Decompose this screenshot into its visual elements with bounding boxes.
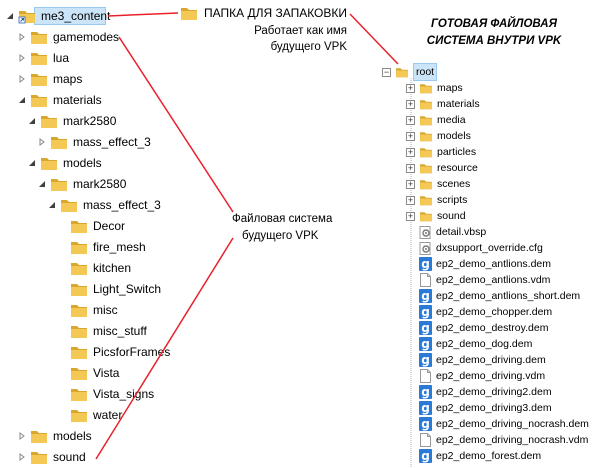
folder-icon bbox=[396, 68, 408, 78]
expand-box-icon[interactable]: + bbox=[406, 211, 415, 221]
g-icon: g bbox=[419, 449, 432, 463]
vpk-folder-sound[interactable]: + sound bbox=[406, 208, 466, 224]
vpk-root[interactable]: − root bbox=[382, 63, 438, 81]
g-icon: g bbox=[419, 257, 432, 271]
expand-box-icon[interactable]: + bbox=[406, 163, 415, 173]
vpk-folder-label: media bbox=[437, 114, 466, 126]
folder-icon bbox=[420, 212, 432, 222]
vpk-file-label: ep2_demo_driving.dem bbox=[436, 354, 546, 366]
vpk-file-label: ep2_demo_antlions_short.dem bbox=[436, 290, 581, 302]
vpk-folder-label: scenes bbox=[437, 178, 471, 190]
vpk-file-vdm[interactable]: ep2_demo_driving_nocrash.vdm bbox=[419, 432, 588, 448]
vpk-folder-label: scripts bbox=[437, 194, 468, 206]
vpk-folder-label: resource bbox=[437, 162, 478, 174]
vpk-file-vdm[interactable]: ep2_demo_driving.vdm bbox=[419, 368, 545, 384]
expand-box-icon[interactable]: + bbox=[406, 147, 415, 157]
expand-box-icon[interactable]: + bbox=[406, 99, 415, 109]
vpk-file-dem[interactable]: g ep2_demo_driving2.dem bbox=[419, 384, 552, 400]
vpk-folder-models[interactable]: + models bbox=[406, 128, 471, 144]
g-icon: g bbox=[419, 417, 432, 431]
folder-icon bbox=[420, 148, 432, 158]
vpk-file-dem[interactable]: g ep2_demo_driving_nocrash.dem bbox=[419, 416, 589, 432]
vpk-file-dem[interactable]: g ep2_demo_antlions_short.dem bbox=[419, 288, 580, 304]
expand-box-icon[interactable]: + bbox=[406, 131, 415, 141]
vpk-folder-label: materials bbox=[437, 98, 480, 110]
g-icon: g bbox=[419, 321, 432, 335]
g-icon: g bbox=[419, 289, 432, 303]
vpk-file-label: ep2_demo_antlions.vdm bbox=[436, 274, 551, 286]
vpk-folder-media[interactable]: + media bbox=[406, 112, 466, 128]
g-icon: g bbox=[419, 385, 432, 399]
vpk-file-label: ep2_demo_chopper.dem bbox=[436, 306, 553, 318]
vpk-file-dem[interactable]: g ep2_demo_destroy.dem bbox=[419, 320, 548, 336]
vpk-file-label: dxsupport_override.cfg bbox=[436, 242, 543, 254]
vpk-file-label: ep2_demo_antlions.dem bbox=[436, 258, 551, 270]
vpk-file-dxsupport[interactable]: dxsupport_override.cfg bbox=[419, 240, 543, 256]
vpk-file-label: ep2_demo_dog.dem bbox=[436, 338, 533, 350]
expand-box-icon[interactable]: + bbox=[406, 195, 415, 205]
vpk-root-label: root bbox=[413, 63, 438, 81]
expand-box-icon[interactable]: + bbox=[406, 179, 415, 189]
vpk-folder-maps[interactable]: + maps bbox=[406, 80, 463, 96]
folder-icon bbox=[420, 164, 432, 174]
folder-icon bbox=[420, 196, 432, 206]
vpk-folder-label: sound bbox=[437, 210, 466, 222]
vpk-file-label: ep2_demo_forest.dem bbox=[436, 450, 542, 462]
screenshot-canvas: me3_content gamemodes lua maps materials… bbox=[0, 0, 600, 468]
expand-box-icon[interactable]: + bbox=[406, 115, 415, 125]
collapse-box-icon[interactable]: − bbox=[382, 67, 391, 77]
vpk-file-dem[interactable]: g ep2_demo_chopper.dem bbox=[419, 304, 552, 320]
vpk-file-dem[interactable]: g ep2_demo_antlions.dem bbox=[419, 256, 551, 272]
vpk-file-dem[interactable]: g ep2_demo_driving3.dem bbox=[419, 400, 552, 416]
vpk-file-detail-vbsp[interactable]: detail.vbsp bbox=[419, 224, 486, 240]
expand-box-icon[interactable]: + bbox=[406, 83, 415, 93]
vpk-file-dem[interactable]: g ep2_demo_driving.dem bbox=[419, 352, 546, 368]
blank-file-icon bbox=[420, 433, 431, 447]
g-icon: g bbox=[419, 401, 432, 415]
gear-file-icon bbox=[419, 241, 431, 255]
vpk-folder-scripts[interactable]: + scripts bbox=[406, 192, 467, 208]
vpk-folder-label: particles bbox=[437, 146, 477, 158]
vpk-file-label: ep2_demo_destroy.dem bbox=[436, 322, 549, 334]
vpk-folder-resource[interactable]: + resource bbox=[406, 160, 478, 176]
g-icon: g bbox=[419, 337, 432, 351]
folder-icon bbox=[420, 84, 432, 94]
vpk-file-label: ep2_demo_driving.vdm bbox=[436, 370, 546, 382]
folder-icon bbox=[420, 132, 432, 142]
blank-file-icon bbox=[420, 273, 431, 287]
vpk-folder-label: maps bbox=[437, 82, 463, 94]
folder-icon bbox=[420, 116, 432, 126]
folder-icon bbox=[420, 180, 432, 190]
g-icon: g bbox=[419, 353, 432, 367]
vpk-file-dem[interactable]: g ep2_demo_forest.dem bbox=[419, 448, 541, 464]
vpk-file-label: ep2_demo_driving3.dem bbox=[436, 402, 552, 414]
vpk-file-label: detail.vbsp bbox=[436, 226, 487, 238]
g-icon: g bbox=[419, 305, 432, 319]
vpk-folder-particles[interactable]: + particles bbox=[406, 144, 476, 160]
vpk-file-vdm[interactable]: ep2_demo_antlions.vdm bbox=[419, 272, 550, 288]
vpk-file-label: ep2_demo_driving_nocrash.vdm bbox=[436, 434, 589, 446]
vpk-folder-materials[interactable]: + materials bbox=[406, 96, 480, 112]
vpk-file-label: ep2_demo_driving2.dem bbox=[436, 386, 552, 398]
folder-icon bbox=[420, 100, 432, 110]
vpk-file-dem[interactable]: g ep2_demo_dog.dem bbox=[419, 336, 532, 352]
vpk-folder-scenes[interactable]: + scenes bbox=[406, 176, 470, 192]
blank-file-icon bbox=[420, 369, 431, 383]
vpk-folder-label: models bbox=[437, 130, 471, 142]
gear-file-icon bbox=[419, 225, 431, 239]
vpk-file-label: ep2_demo_driving_nocrash.dem bbox=[436, 418, 589, 430]
